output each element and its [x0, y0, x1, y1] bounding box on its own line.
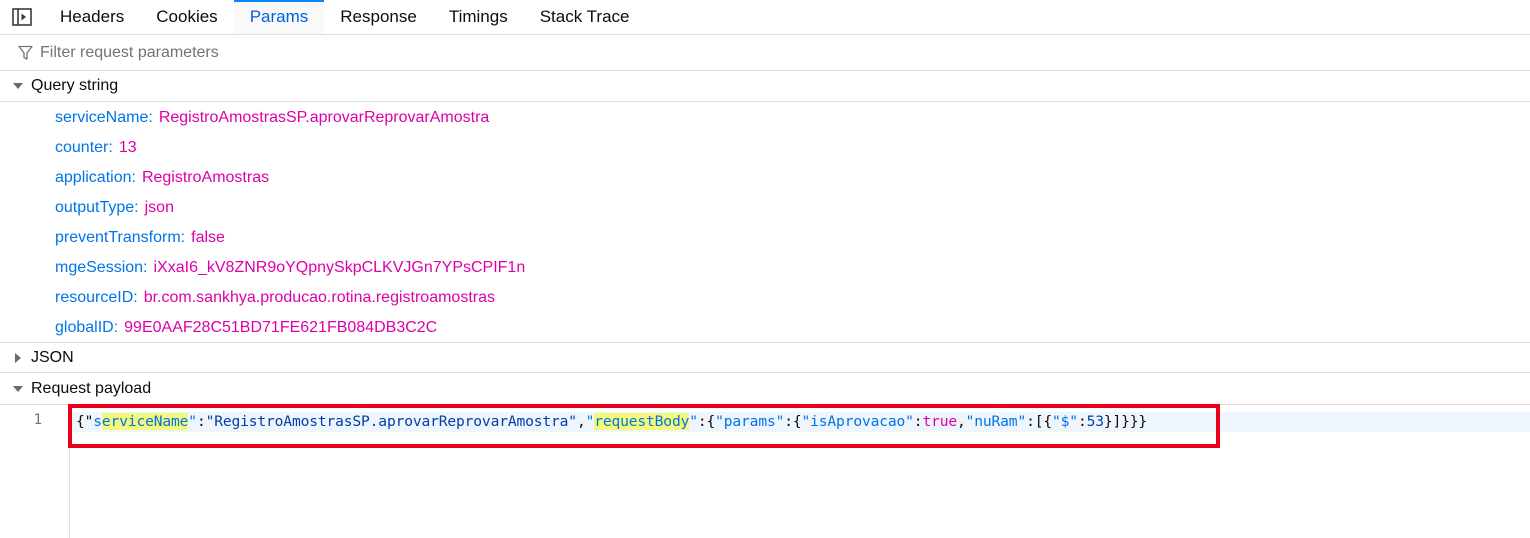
list-item: counter:13: [0, 133, 1530, 163]
tab-label: Params: [249, 7, 309, 26]
query-string-list: serviceName: RegistroAmostrasSP.aprovarRe…: [0, 103, 1530, 343]
request-payload-header[interactable]: Request payload: [0, 374, 1530, 405]
list-item: resourceID: br.com.sankhya.producao.rotin…: [0, 283, 1530, 313]
code-token: :: [1077, 413, 1087, 430]
param-key: counter: [55, 139, 109, 156]
section-title: JSON: [31, 348, 74, 366]
highlighted-token: erviceName: [101, 413, 189, 430]
tab-headers[interactable]: Headers: [44, 0, 140, 34]
panel-toggle-icon: [12, 8, 32, 26]
code-token: {": [76, 413, 94, 430]
param-key: globalID: [55, 319, 114, 336]
param-key: mgeSession: [55, 259, 144, 276]
param-colon: :: [148, 109, 153, 126]
filter-icon: [18, 45, 34, 61]
code-token: ": [585, 413, 595, 430]
code-token: "params": [715, 413, 785, 430]
list-item: preventTransform: false: [0, 223, 1530, 253]
code-token: s: [93, 413, 102, 430]
param-value: RegistroAmostrasSP.aprovarReprovarAmostr…: [158, 109, 490, 126]
tab-cookies[interactable]: Cookies: [140, 0, 233, 34]
code-token: "isAprovacao": [801, 413, 914, 430]
param-value: iXxaI6_kV8ZNR9oYQpnySkpCLKVJGn7YPsCPIF1n: [153, 259, 526, 276]
code-token: :[{: [1026, 413, 1053, 430]
filter-bar: [0, 35, 1530, 71]
param-colon: :: [134, 199, 139, 216]
param-key: preventTransform: [55, 229, 181, 246]
list-item: mgeSession: iXxaI6_kV8ZNR9oYQpnySkpCLKVJG…: [0, 253, 1530, 283]
param-key: serviceName: [55, 109, 149, 126]
toggle-sidebar-button[interactable]: [0, 0, 44, 34]
code-token: ,: [956, 413, 966, 430]
list-item: outputType: json: [0, 193, 1530, 223]
code-token: :: [196, 413, 206, 430]
param-value: RegistroAmostras: [141, 169, 270, 186]
param-colon: :: [143, 259, 148, 276]
code-token: :{: [697, 413, 716, 430]
tab-params[interactable]: Params: [233, 0, 325, 34]
param-colon: :: [113, 319, 119, 336]
details-tabbar: Headers Cookies Params Response Timings …: [0, 0, 1530, 35]
tab-label: Headers: [60, 7, 125, 26]
section-title: Query string: [31, 77, 119, 94]
collapsed-triangle-icon: [12, 352, 24, 364]
code-token: :{: [784, 413, 802, 430]
expanded-triangle-icon: [12, 383, 24, 395]
editor-gutter: 1: [0, 405, 70, 538]
tab-label: Response: [340, 7, 417, 26]
expanded-triangle-icon: [12, 80, 24, 92]
filter-input[interactable]: [40, 43, 640, 62]
code-token: "RegistroAmostrasSP.aprovarReprovarAmost…: [205, 413, 578, 430]
code-token: }]}}}: [1103, 413, 1148, 430]
line-number: 1: [33, 412, 42, 428]
list-item: application: RegistroAmostras: [0, 163, 1530, 193]
tab-timings[interactable]: Timings: [433, 0, 524, 34]
param-value: json: [144, 199, 174, 216]
param-value: 99E0AAF28C51BD71FE621FB084DB3C2C: [124, 319, 438, 336]
param-colon: :: [131, 169, 136, 186]
query-string-header[interactable]: Query string: [0, 71, 1530, 102]
tab-stack-trace[interactable]: Stack Trace: [524, 0, 646, 34]
param-key: outputType: [55, 199, 135, 216]
highlighted-token: requestBody: [594, 413, 690, 430]
code-token: true: [922, 413, 957, 430]
tab-response[interactable]: Response: [324, 0, 433, 34]
tab-label: Cookies: [156, 7, 218, 26]
code-token: ": [689, 413, 698, 430]
param-key: resourceID: [55, 289, 134, 306]
code-token: ,: [576, 413, 586, 430]
param-value: 13: [118, 139, 137, 156]
tab-label: Timings: [448, 7, 508, 26]
param-colon: :: [133, 289, 138, 306]
payload-editor[interactable]: 1 {"serviceName":"RegistroAmostrasSP.apr…: [0, 405, 1530, 538]
code-token: "nuRam": [965, 413, 1027, 430]
list-item: globalID:99E0AAF28C51BD71FE621FB084DB3C2…: [0, 313, 1530, 343]
code-token: ": [188, 413, 197, 430]
tab-label: Stack Trace: [539, 7, 630, 26]
param-value: false: [191, 229, 225, 246]
code-token: "$": [1052, 413, 1078, 430]
payload-code-line[interactable]: {"serviceName":"RegistroAmostrasSP.aprov…: [76, 413, 1147, 430]
param-key: application: [55, 169, 132, 186]
param-value: br.com.sankhya.producao.rotina.registroa…: [143, 289, 495, 306]
code-token: 53: [1086, 413, 1104, 430]
list-item: serviceName: RegistroAmostrasSP.aprovarRe…: [0, 103, 1530, 133]
json-header[interactable]: JSON: [0, 342, 1530, 373]
param-colon: :: [108, 139, 113, 156]
section-title: Request payload: [31, 380, 152, 397]
param-colon: :: [180, 229, 186, 246]
